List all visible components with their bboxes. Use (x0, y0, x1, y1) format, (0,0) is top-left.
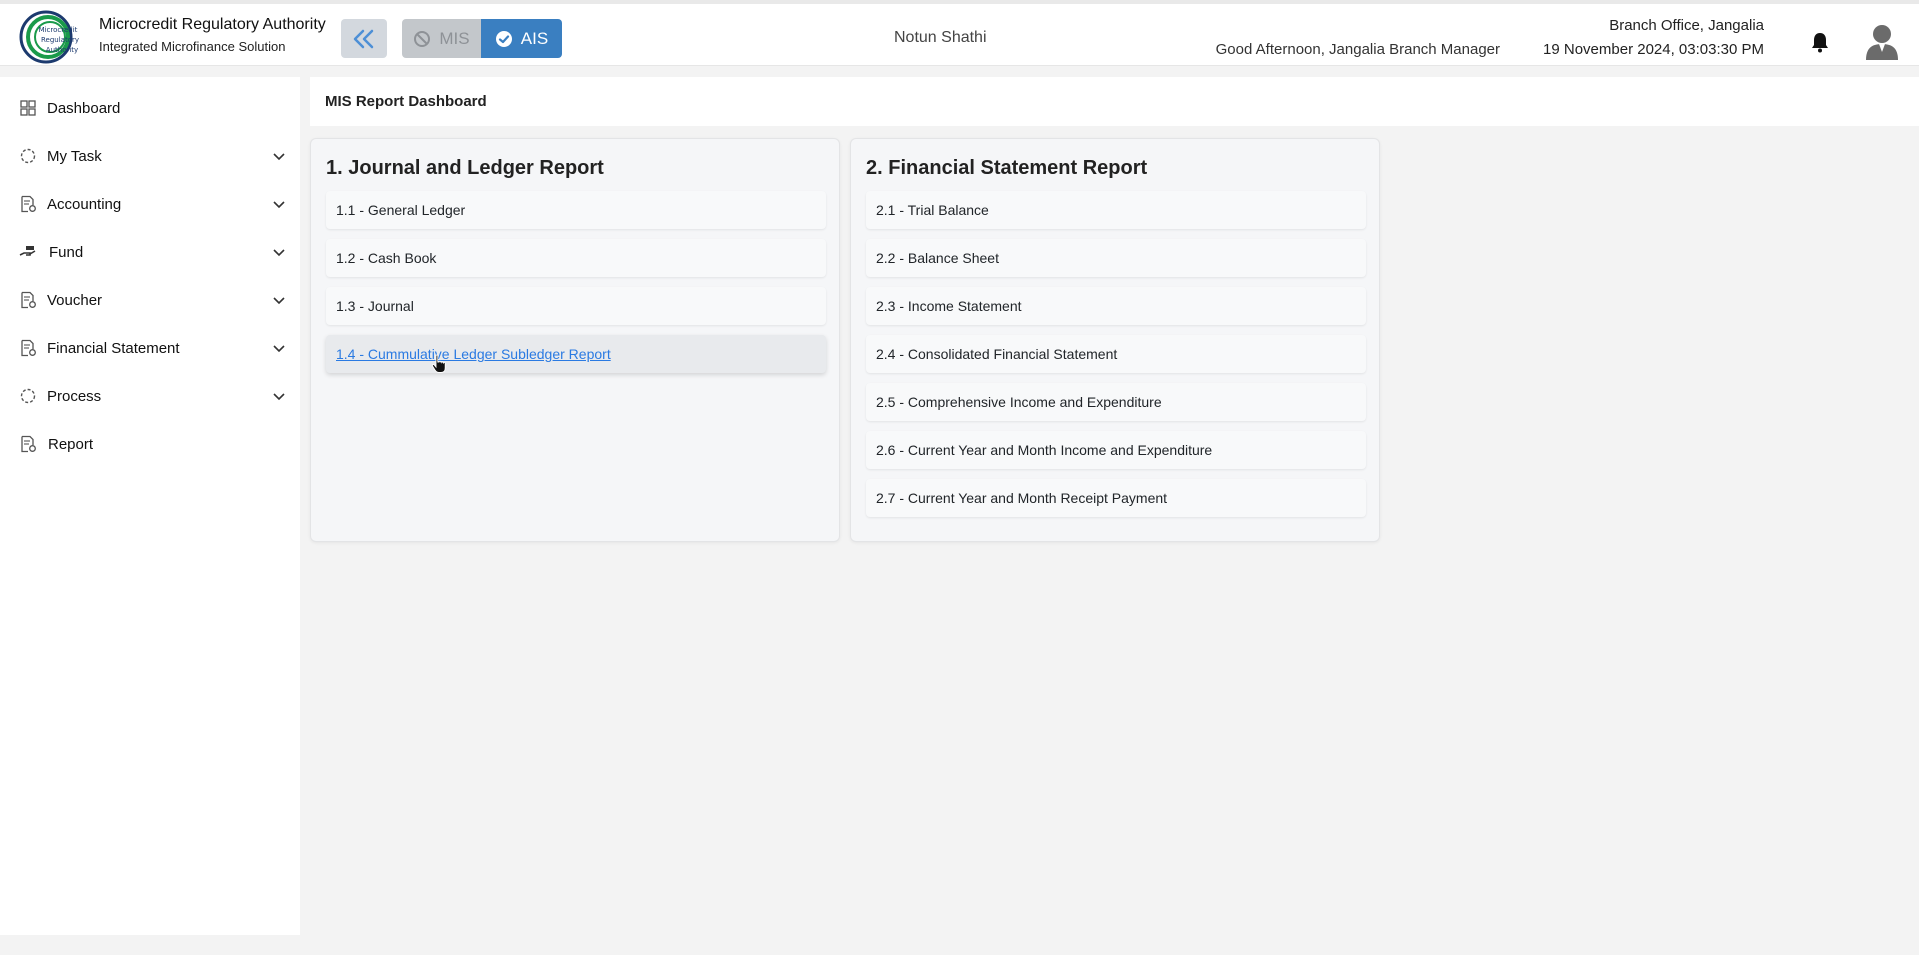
sidebar-item-label: Financial Statement (47, 339, 180, 357)
report-link-cumulative-ledger-subledger[interactable]: 1.4 - Cummulative Ledger Subledger Repor… (326, 335, 826, 373)
chevron-down-icon (273, 201, 285, 209)
journal-ledger-report-card: 1. Journal and Ledger Report 1.1 - Gener… (310, 138, 840, 542)
branch-name: Branch Office, Jangalia (1609, 17, 1764, 34)
sidebar: Dashboard My Task Accounting Fund Vouche… (0, 77, 300, 935)
dotted-circle-icon (20, 148, 36, 164)
report-link-journal[interactable]: 1.3 - Journal (326, 287, 826, 325)
breadcrumb: MIS Report Dashboard (310, 77, 1919, 126)
report-link-income-statement[interactable]: 2.3 - Income Statement (866, 287, 1366, 325)
logo-text-line2: Regulatory (41, 36, 79, 44)
report-link-label: 1.1 - General Ledger (336, 202, 466, 218)
logo-text-line3: Authority (46, 46, 78, 54)
chevron-down-icon (273, 297, 285, 305)
current-datetime: 19 November 2024, 03:03:30 PM (1543, 41, 1764, 58)
chevron-down-icon (273, 249, 285, 257)
sidebar-item-label: Report (48, 435, 94, 453)
user-avatar[interactable] (1864, 22, 1900, 60)
grid-icon (20, 100, 36, 116)
ban-icon (414, 30, 431, 47)
sidebar-item-dashboard[interactable]: Dashboard (0, 88, 300, 128)
report-link-label: 2.3 - Income Statement (876, 298, 1022, 314)
mra-logo: Microcredit Regulatory Authority (16, 10, 88, 64)
report-link-label: 2.1 - Trial Balance (876, 202, 989, 218)
organization-name: Notun Shathi (894, 29, 987, 46)
report-link-current-year-month-receipt-payment[interactable]: 2.7 - Current Year and Month Receipt Pay… (866, 479, 1366, 517)
sidebar-item-voucher[interactable]: Voucher (0, 280, 300, 320)
ais-label: AIS (520, 28, 549, 48)
dotted-circle-icon (20, 388, 36, 404)
report-link-cash-book[interactable]: 1.2 - Cash Book (326, 239, 826, 277)
chevron-down-icon (273, 153, 285, 161)
sidebar-item-financial-statement[interactable]: Financial Statement (0, 328, 300, 368)
document-gear-icon (21, 435, 36, 453)
document-gear-icon (21, 339, 36, 357)
sidebar-item-process[interactable]: Process (0, 376, 300, 416)
page-title: MIS Report Dashboard (325, 93, 487, 110)
report-link-consolidated-financial-statement[interactable]: 2.4 - Consolidated Financial Statement (866, 335, 1366, 373)
double-chevron-left-icon (353, 29, 374, 48)
card-title: 2. Financial Statement Report (866, 157, 1148, 179)
report-link-label: 1.4 - Cummulative Ledger Subledger Repor… (336, 346, 611, 362)
chevron-down-icon (273, 345, 285, 353)
sidebar-item-my-task[interactable]: My Task (0, 136, 300, 176)
sidebar-item-label: My Task (47, 147, 102, 165)
greeting-text: Good Afternoon, Jangalia Branch Manager (1215, 41, 1500, 58)
report-link-label: 2.6 - Current Year and Month Income and … (876, 442, 1213, 458)
document-gear-icon (21, 195, 36, 213)
report-link-balance-sheet[interactable]: 2.2 - Balance Sheet (866, 239, 1366, 277)
report-link-label: 2.4 - Consolidated Financial Statement (876, 346, 1118, 362)
logo-text-line1: Microcredit (39, 26, 78, 34)
report-link-general-ledger[interactable]: 1.1 - General Ledger (326, 191, 826, 229)
financial-statement-report-card: 2. Financial Statement Report 2.1 - Tria… (850, 138, 1380, 542)
report-link-label: 1.3 - Journal (336, 298, 414, 314)
brand-subtitle: Integrated Microfinance Solution (99, 39, 286, 54)
ais-toggle-button[interactable]: AIS (481, 19, 562, 58)
report-link-trial-balance[interactable]: 2.1 - Trial Balance (866, 191, 1366, 229)
sidebar-item-fund[interactable]: Fund (0, 232, 300, 272)
notification-bell-icon[interactable] (1808, 30, 1832, 54)
report-link-comprehensive-income-expenditure[interactable]: 2.5 - Comprehensive Income and Expenditu… (866, 383, 1366, 421)
top-header: Microcredit Regulatory Authority Microcr… (0, 0, 1919, 66)
report-link-label: 2.5 - Comprehensive Income and Expenditu… (876, 394, 1162, 410)
sidebar-item-label: Dashboard (47, 99, 121, 117)
report-link-label: 2.7 - Current Year and Month Receipt Pay… (876, 490, 1168, 506)
mis-label: MIS (439, 28, 470, 48)
report-link-label: 2.2 - Balance Sheet (876, 250, 999, 266)
brand-title: Microcredit Regulatory Authority (99, 16, 326, 33)
chevron-down-icon (273, 393, 285, 401)
mis-toggle-button[interactable]: MIS (402, 19, 481, 58)
collapse-sidebar-button[interactable] (341, 19, 387, 58)
sidebar-item-label: Process (47, 387, 102, 405)
sidebar-item-label: Fund (49, 243, 84, 261)
sidebar-item-report[interactable]: Report (0, 424, 300, 464)
document-gear-icon (21, 291, 36, 309)
check-circle-icon (495, 30, 512, 47)
hand-cursor-icon (431, 354, 446, 373)
hand-money-icon (19, 246, 36, 256)
sidebar-item-accounting[interactable]: Accounting (0, 184, 300, 224)
sidebar-item-label: Accounting (47, 195, 122, 213)
sidebar-item-label: Voucher (47, 291, 103, 309)
report-link-current-year-month-income-expenditure[interactable]: 2.6 - Current Year and Month Income and … (866, 431, 1366, 469)
report-link-label: 1.2 - Cash Book (336, 250, 437, 266)
card-title: 1. Journal and Ledger Report (326, 157, 604, 179)
